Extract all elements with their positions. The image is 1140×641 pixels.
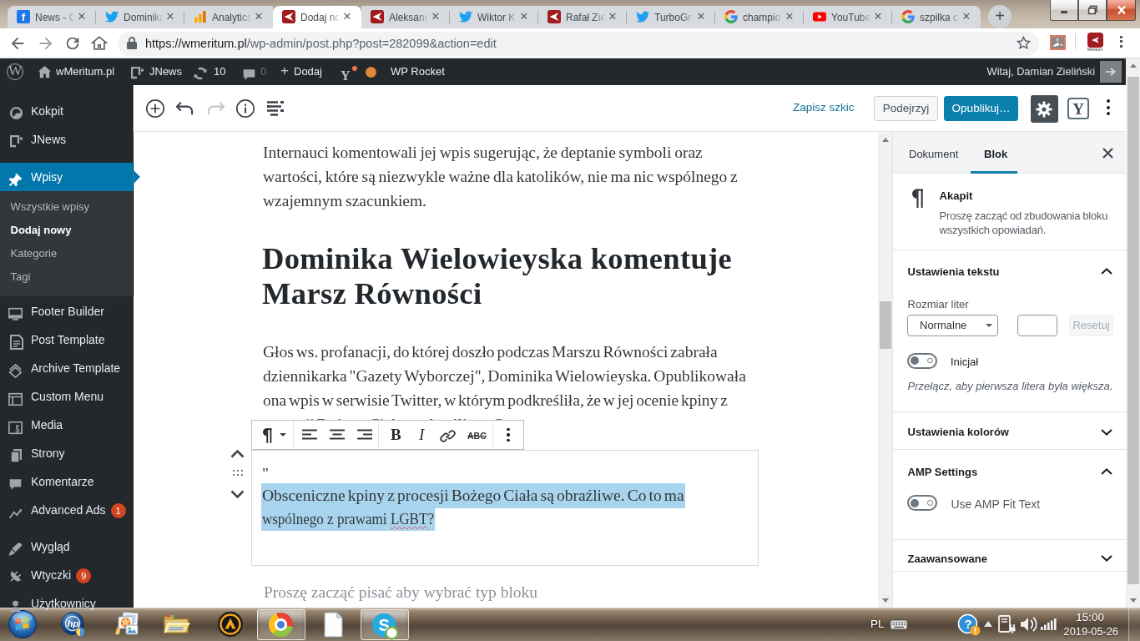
svg-text:hp: hp bbox=[67, 618, 79, 629]
